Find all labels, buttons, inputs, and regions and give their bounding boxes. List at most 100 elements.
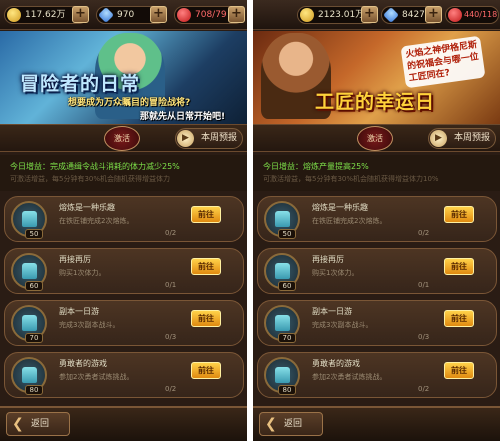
coin-icon	[7, 8, 21, 22]
task-progress: 0/1	[418, 281, 430, 289]
task-name: 副本一日游	[312, 307, 352, 316]
banner-title: 工匠的幸运日	[315, 91, 436, 113]
back-label: 返回	[284, 419, 303, 429]
task-name: 勇敢者的游戏	[312, 359, 360, 368]
armor-icon	[275, 367, 290, 383]
top-resource-bar: 117.62万 + 970 + 708/79 +	[0, 0, 247, 30]
go-button[interactable]: 前往	[444, 206, 474, 223]
bonus-line: 今日增益：完成通缉令战斗消耗的体力减少25%	[10, 162, 180, 171]
task-description: 完成3次副本战斗。	[312, 321, 373, 329]
task-description: 购买1次体力。	[312, 269, 359, 277]
task-reward-icon: 50	[11, 201, 47, 239]
task-description: 购买1次体力。	[59, 269, 106, 277]
task-reward-icon: 50	[264, 201, 300, 239]
tab-bar: 激活 ▶ 本周预报	[0, 124, 247, 152]
banner-subtitle: 想要成为万众瞩目的冒险战将?	[68, 98, 191, 108]
right-screen: 2123.01万 + 8427 + 440/118 火焰之神伊格尼斯的祝福会与哪…	[253, 0, 500, 441]
back-button[interactable]: ❮ 返回	[259, 412, 323, 436]
task-row: 60 再接再厉 购买1次体力。 0/1 前往	[257, 248, 497, 294]
bonus-info: 今日增益：完成通缉令战斗消耗的体力减少25% 可激活增益，每5分钟有30%机会随…	[0, 155, 247, 191]
task-name: 熔炼是一种乐趣	[59, 203, 115, 212]
back-label: 返回	[31, 419, 50, 429]
banner-title: 冒险者的日常	[20, 73, 141, 95]
task-name: 勇敢者的游戏	[59, 359, 107, 368]
gem-value: 8427	[402, 10, 425, 20]
stamina-value: 708/79	[195, 10, 227, 20]
bonus-line: 今日增益：熔炼产量提高25%	[263, 162, 369, 171]
task-name: 再接再厉	[312, 255, 344, 264]
weekly-preview-button[interactable]: ▶ 本周预报	[428, 128, 496, 149]
armor-icon	[275, 263, 290, 279]
task-reward-icon: 70	[11, 305, 47, 343]
gem-icon	[383, 7, 399, 23]
banner-subtitle: 火焰之神伊格尼斯的祝福会与哪一位工匠同在?	[400, 35, 486, 89]
task-reward-icon: 80	[264, 357, 300, 395]
stamina-counter: 440/118	[445, 6, 499, 24]
task-level: 60	[25, 281, 43, 291]
task-description: 参加2次勇者试炼挑战。	[59, 373, 134, 381]
go-button[interactable]: 前往	[444, 258, 474, 275]
task-reward-icon: 60	[264, 253, 300, 291]
task-reward-icon: 60	[11, 253, 47, 291]
tab-bar: 激活 ▶ 本周预报	[253, 124, 500, 152]
add-coins-button[interactable]: +	[361, 6, 378, 23]
weekly-preview-button[interactable]: ▶ 本周预报	[175, 128, 243, 149]
task-progress: 0/3	[165, 333, 177, 341]
task-row: 70 副本一日游 完成3次副本战斗。 0/3 前往	[4, 300, 244, 346]
task-list: 50 熔炼是一种乐趣 在铁匠铺完成2次熔炼。 0/2 前往 60 再接再厉 购买…	[253, 192, 500, 406]
add-stamina-button[interactable]: +	[228, 6, 245, 23]
coin-value: 117.62万	[25, 10, 66, 20]
banner-subtitle-2: 那就先从日常开始吧!	[140, 112, 226, 122]
task-name: 副本一日游	[59, 307, 99, 316]
bonus-hint: 可激活增益，每5分钟有30%机会随机获得增益体力	[10, 175, 171, 183]
task-reward-icon: 80	[11, 357, 47, 395]
go-button[interactable]: 前往	[191, 206, 221, 223]
task-name: 熔炼是一种乐趣	[312, 203, 368, 212]
add-gems-button[interactable]: +	[425, 6, 442, 23]
event-banner: 火焰之神伊格尼斯的祝福会与哪一位工匠同在? 工匠的幸运日	[253, 31, 500, 124]
stamina-value: 440/118	[464, 10, 498, 19]
back-button[interactable]: ❮ 返回	[6, 412, 70, 436]
task-progress: 0/1	[165, 281, 177, 289]
add-gems-button[interactable]: +	[150, 6, 167, 23]
coin-icon	[300, 8, 314, 22]
armor-icon	[22, 315, 37, 331]
task-progress: 0/2	[418, 229, 430, 237]
back-chevron-icon: ❮	[12, 416, 24, 432]
go-button[interactable]: 前往	[444, 362, 474, 379]
heart-icon	[177, 8, 191, 22]
stamina-counter: 708/79 +	[174, 6, 245, 24]
task-description: 参加2次勇者试炼挑战。	[312, 373, 387, 381]
gem-value: 970	[117, 10, 135, 20]
coin-counter: 117.62万 +	[4, 6, 89, 24]
tab-activate[interactable]: 激活	[357, 126, 393, 151]
armor-icon	[22, 263, 37, 279]
task-progress: 0/2	[418, 385, 430, 393]
task-row: 50 熔炼是一种乐趣 在铁匠铺完成2次熔炼。 0/2 前往	[4, 196, 244, 242]
task-progress: 0/3	[418, 333, 430, 341]
task-description: 在铁匠铺完成2次熔炼。	[59, 217, 134, 225]
add-coins-button[interactable]: +	[72, 6, 89, 23]
task-row: 70 副本一日游 完成3次副本战斗。 0/3 前往	[257, 300, 497, 346]
coin-counter: 2123.01万 +	[297, 6, 378, 24]
coin-value: 2123.01万	[318, 10, 365, 20]
tab-activate[interactable]: 激活	[104, 126, 140, 151]
task-description: 完成3次副本战斗。	[59, 321, 120, 329]
go-button[interactable]: 前往	[444, 310, 474, 327]
task-level: 60	[278, 281, 296, 291]
go-button[interactable]: 前往	[191, 258, 221, 275]
bonus-info: 今日增益：熔炼产量提高25% 可激活增益，每5分钟有30%机会随机获得增益体力1…	[253, 155, 500, 191]
task-row: 50 熔炼是一种乐趣 在铁匠铺完成2次熔炼。 0/2 前往	[257, 196, 497, 242]
gem-icon	[98, 7, 114, 23]
task-level: 80	[25, 385, 43, 395]
armor-icon	[275, 211, 290, 227]
go-button[interactable]: 前往	[191, 310, 221, 327]
go-button[interactable]: 前往	[191, 362, 221, 379]
task-progress: 0/2	[165, 385, 177, 393]
gem-counter: 8427 +	[381, 6, 442, 24]
bottom-bar: ❮ 返回	[253, 406, 500, 441]
task-level: 50	[25, 229, 43, 239]
task-name: 再接再厉	[59, 255, 91, 264]
top-resource-bar: 2123.01万 + 8427 + 440/118	[253, 0, 500, 30]
armor-icon	[22, 211, 37, 227]
